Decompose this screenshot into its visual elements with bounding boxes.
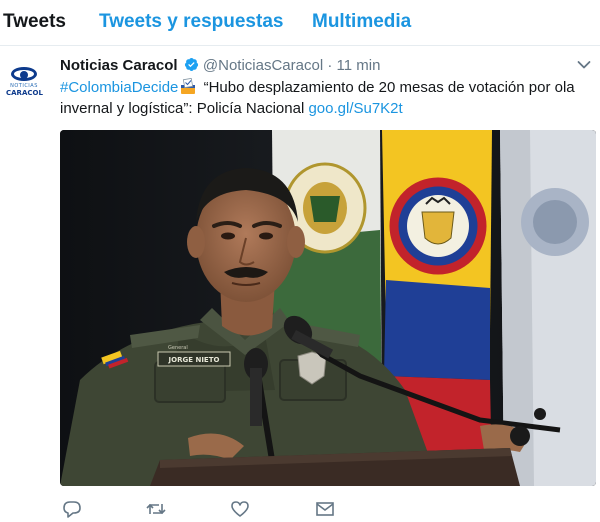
url-link[interactable]: goo.gl/Su7K2t xyxy=(308,100,402,117)
hashtag-link[interactable]: #ColombiaDecide xyxy=(60,79,178,96)
ballot-box-icon xyxy=(181,78,196,94)
tweet-header: Noticias Caracol @NoticiasCaracol · 11 m… xyxy=(60,56,380,76)
avatar-logo-line2: CARACOL xyxy=(6,89,43,97)
tab-media[interactable]: Multimedia xyxy=(312,11,411,33)
photo-rank-tag: General xyxy=(168,345,188,351)
chevron-down-icon[interactable] xyxy=(577,60,591,70)
avatar[interactable]: NOTICIAS CARACOL xyxy=(6,64,43,100)
retweet-icon[interactable] xyxy=(146,500,166,518)
tweet-photo[interactable]: JORGE NIETO General xyxy=(60,130,596,486)
timestamp[interactable]: 11 min xyxy=(337,57,381,74)
author-name[interactable]: Noticias Caracol xyxy=(60,57,178,74)
tweet[interactable]: NOTICIAS CARACOL Noticias Caracol @Notic… xyxy=(0,46,600,522)
heart-icon[interactable] xyxy=(230,500,250,518)
tab-tweets-and-replies[interactable]: Tweets y respuestas xyxy=(99,11,283,33)
photo-nameplate: JORGE NIETO xyxy=(168,356,220,364)
photo-illustration: JORGE NIETO General xyxy=(60,130,596,486)
profile-tabs: Tweets Tweets y respuestas Multimedia xyxy=(0,0,600,46)
author-handle[interactable]: @NoticiasCaracol xyxy=(203,57,323,74)
separator-dot: · xyxy=(327,57,333,74)
reply-icon[interactable] xyxy=(62,500,82,518)
tweet-text: #ColombiaDecide “Hubo desplazamiento de … xyxy=(60,77,580,119)
verified-badge-icon xyxy=(184,58,198,71)
tab-tweets[interactable]: Tweets xyxy=(3,11,66,33)
envelope-icon[interactable] xyxy=(315,500,335,518)
